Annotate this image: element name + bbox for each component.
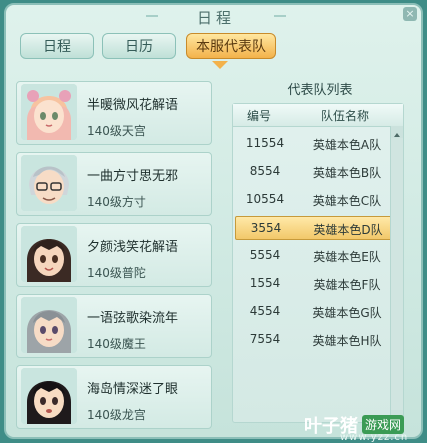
tab-calendar[interactable]: 日历 xyxy=(102,33,176,59)
team-name: 英雄本色A队 xyxy=(312,138,382,152)
tab-server-team[interactable]: 本服代表队 xyxy=(186,33,276,59)
team-id: 4554 xyxy=(249,304,281,318)
team-id: 7554 xyxy=(249,332,281,346)
team-name: 英雄本色B队 xyxy=(312,166,382,180)
team-row-selected[interactable]: 3554 英雄本色D队 xyxy=(235,216,393,240)
member-name: 半暖微风花解语 xyxy=(87,98,179,113)
member-name: 一语弦歌染流年 xyxy=(87,311,179,326)
team-row[interactable]: 4554 英雄本色G队 xyxy=(235,300,393,324)
member-level-school: 140级龙宫 xyxy=(87,408,146,422)
team-table-header: 编号 队伍名称 xyxy=(233,104,403,127)
member-avatar xyxy=(21,297,77,353)
site-watermark: 叶子猪 游戏网 www.yzz.cn xyxy=(304,410,424,443)
team-name: 英雄本色G队 xyxy=(312,306,382,320)
member-level-school: 140级魔王 xyxy=(87,337,146,351)
schedule-window: 日程 × 日程 日历 本服代表队 半暖微风花解语 140级天宫 一曲方寸思无邪 … xyxy=(4,3,423,439)
member-card[interactable]: 半暖微风花解语 140级天宫 xyxy=(16,81,212,145)
member-card[interactable]: 一语弦歌染流年 140级魔王 xyxy=(16,294,212,358)
member-avatar xyxy=(21,226,77,282)
member-avatar xyxy=(21,368,77,424)
team-id: 1554 xyxy=(249,276,281,290)
member-level-school: 140级普陀 xyxy=(87,266,146,280)
team-id: 10554 xyxy=(245,192,285,206)
team-row[interactable]: 10554 英雄本色C队 xyxy=(235,188,393,212)
watermark-url: www.yzz.cn xyxy=(340,432,409,443)
member-card[interactable]: 海岛情深迷了眼 140级龙宫 xyxy=(16,365,212,429)
member-card[interactable]: 夕颜浅笑花解语 140级普陀 xyxy=(16,223,212,287)
team-list-scrollbar[interactable] xyxy=(390,126,403,422)
team-id: 3554 xyxy=(250,221,282,235)
team-name: 英雄本色E队 xyxy=(313,250,381,264)
header-id: 编号 xyxy=(247,109,272,123)
team-row[interactable]: 8554 英雄本色B队 xyxy=(235,160,393,184)
team-id: 5554 xyxy=(249,248,281,262)
header-team-name: 队伍名称 xyxy=(321,109,370,123)
close-button[interactable]: × xyxy=(403,7,417,21)
member-name: 一曲方寸思无邪 xyxy=(87,169,179,184)
team-row[interactable]: 11554 英雄本色A队 xyxy=(235,132,393,156)
team-list-panel: 代表队列表 编号 队伍名称 11554 英雄本色A队 8554 英雄本色B队 1… xyxy=(222,79,418,432)
member-avatar xyxy=(21,155,77,211)
scroll-up-icon[interactable] xyxy=(391,126,403,138)
team-row[interactable]: 7554 英雄本色H队 xyxy=(235,328,393,352)
title-decoration-right xyxy=(274,15,286,17)
member-level-school: 140级天宫 xyxy=(87,124,146,138)
member-level-school: 140级方寸 xyxy=(87,195,146,209)
member-name: 夕颜浅笑花解语 xyxy=(87,240,179,255)
team-row[interactable]: 1554 英雄本色F队 xyxy=(235,272,393,296)
team-name: 英雄本色H队 xyxy=(312,334,382,348)
team-id: 8554 xyxy=(249,164,281,178)
member-name: 海岛情深迷了眼 xyxy=(87,382,179,397)
member-card[interactable]: 一曲方寸思无邪 140级方寸 xyxy=(16,152,212,216)
team-row[interactable]: 5554 英雄本色E队 xyxy=(235,244,393,268)
team-name: 英雄本色C队 xyxy=(312,194,382,208)
team-id: 11554 xyxy=(245,136,285,150)
member-roster: 半暖微风花解语 140级天宫 一曲方寸思无邪 140级方寸 夕颜浅笑花解语 14… xyxy=(16,79,216,432)
window-title: 日程 xyxy=(196,9,235,27)
active-tab-pointer xyxy=(212,61,228,69)
team-name: 英雄本色F队 xyxy=(313,278,381,292)
member-avatar xyxy=(21,84,77,140)
team-name: 英雄本色D队 xyxy=(313,223,383,237)
team-table: 编号 队伍名称 11554 英雄本色A队 8554 英雄本色B队 10554 英… xyxy=(232,103,404,423)
title-bar: 日程 × xyxy=(6,5,421,31)
team-list-title: 代表队列表 xyxy=(287,83,353,98)
tab-schedule[interactable]: 日程 xyxy=(20,33,94,59)
